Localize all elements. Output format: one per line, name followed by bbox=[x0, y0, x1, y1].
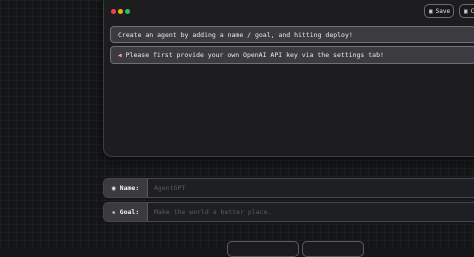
chat-message-text: Please first provide your own OpenAI API… bbox=[125, 51, 384, 59]
window-controls bbox=[111, 9, 130, 14]
star-icon: ★ bbox=[111, 208, 116, 216]
save-icon: ▣ bbox=[429, 7, 433, 15]
deploy-button[interactable] bbox=[227, 241, 299, 257]
goal-input[interactable] bbox=[148, 203, 474, 221]
robot-icon: ◉ bbox=[111, 184, 116, 192]
close-dot[interactable] bbox=[111, 9, 116, 14]
chat-message-warning: ◀ Please first provide your own OpenAI A… bbox=[110, 46, 474, 64]
name-label-text: Name: bbox=[119, 184, 140, 192]
copy-icon: ▣ bbox=[464, 7, 468, 15]
warning-icon: ◀ bbox=[118, 51, 122, 59]
name-label: ◉ Name: bbox=[104, 179, 148, 197]
save-button-label: Save bbox=[435, 7, 451, 15]
chat-message-intro: Create an agent by adding a name / goal,… bbox=[110, 26, 474, 43]
minimize-dot[interactable] bbox=[118, 9, 123, 14]
name-input[interactable] bbox=[148, 179, 474, 197]
chat-message-text: Create an agent by adding a name / goal,… bbox=[118, 30, 353, 39]
save-button[interactable]: ▣ Save bbox=[424, 4, 454, 18]
copy-button[interactable]: ▣ Co bbox=[459, 4, 474, 18]
chat-window: ▣ Save ▣ Co Create an agent by adding a … bbox=[103, 0, 474, 157]
goal-label: ★ Goal: bbox=[104, 203, 148, 221]
maximize-dot[interactable] bbox=[125, 9, 130, 14]
goal-label-text: Goal: bbox=[119, 208, 140, 216]
name-field-row: ◉ Name: bbox=[103, 178, 474, 198]
goal-field-row: ★ Goal: bbox=[103, 202, 474, 222]
stop-button[interactable] bbox=[302, 241, 364, 257]
copy-button-label: Co bbox=[470, 7, 474, 15]
